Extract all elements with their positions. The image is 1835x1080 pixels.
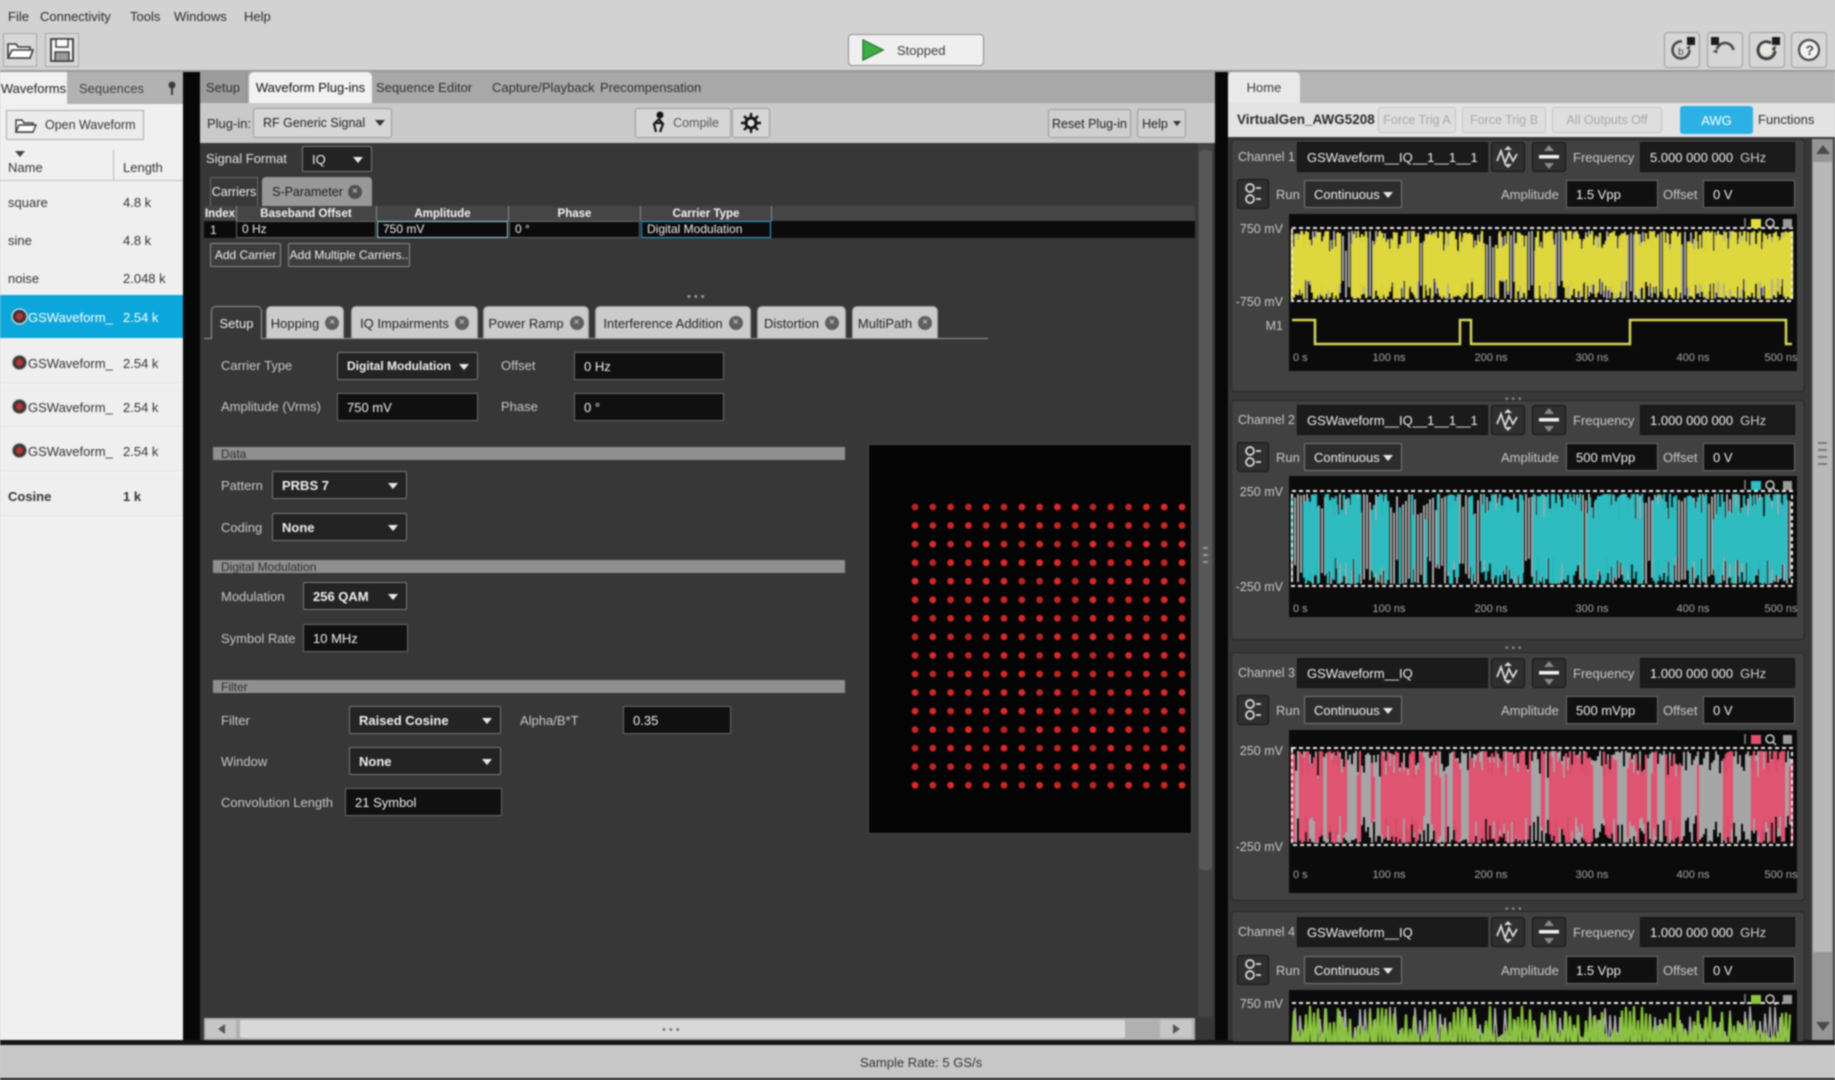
svg-text:300 ns: 300 ns: [1575, 869, 1609, 881]
svg-text:100 ns: 100 ns: [1372, 352, 1406, 364]
svg-text:b: b: [1678, 47, 1684, 58]
svg-text:500 ns: 500 ns: [1764, 869, 1797, 881]
svg-text:0 s: 0 s: [1293, 352, 1308, 364]
svg-text:500 ns: 500 ns: [1764, 352, 1797, 364]
svg-text:200 ns: 200 ns: [1474, 352, 1508, 364]
svg-text:400 ns: 400 ns: [1676, 869, 1710, 881]
svg-text:0 s: 0 s: [1293, 603, 1308, 615]
svg-text:300 ns: 300 ns: [1575, 603, 1609, 615]
svg-text:300 ns: 300 ns: [1575, 352, 1609, 364]
svg-text:400 ns: 400 ns: [1676, 352, 1710, 364]
svg-text:0 s: 0 s: [1293, 869, 1308, 881]
svg-text:400 ns: 400 ns: [1676, 603, 1710, 615]
svg-text:?: ?: [1806, 42, 1815, 58]
svg-text:200 ns: 200 ns: [1474, 603, 1508, 615]
svg-text:200 ns: 200 ns: [1474, 869, 1508, 881]
svg-text:100 ns: 100 ns: [1372, 869, 1406, 881]
svg-text:100 ns: 100 ns: [1372, 603, 1406, 615]
svg-text:500 ns: 500 ns: [1764, 603, 1797, 615]
